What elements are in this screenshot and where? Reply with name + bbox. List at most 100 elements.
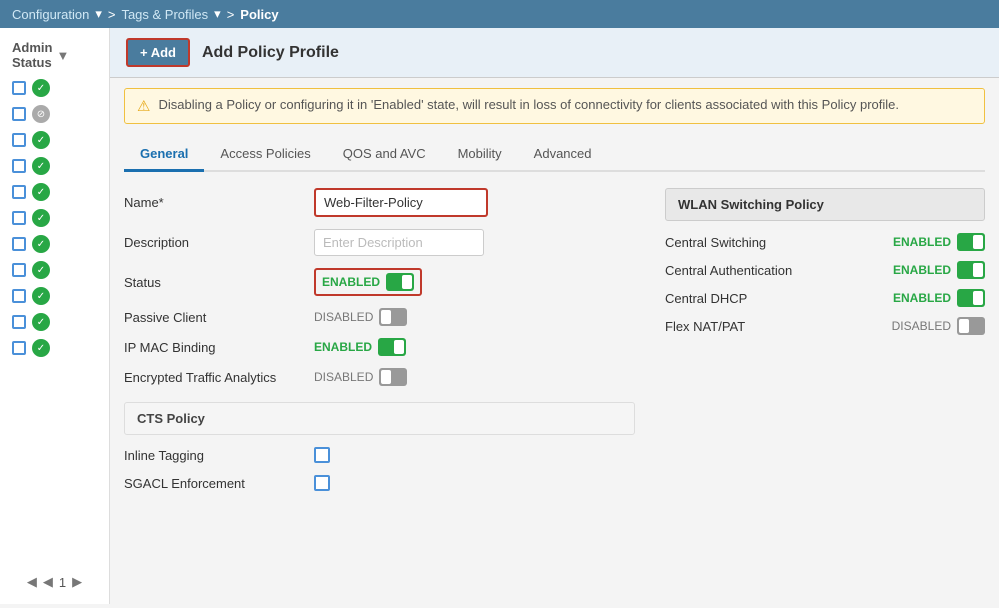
nav-sep1: >	[108, 7, 116, 22]
row-checkbox[interactable]	[12, 133, 26, 147]
status-badge: ✓	[32, 287, 50, 305]
name-input[interactable]	[316, 190, 486, 215]
tab-advanced[interactable]: Advanced	[518, 138, 608, 172]
toggle-slider	[379, 368, 407, 386]
nav-config[interactable]: Configuration	[12, 7, 89, 22]
row-checkbox[interactable]	[12, 289, 26, 303]
central-switching-toggle[interactable]: ENABLED	[893, 233, 985, 251]
toggle-slider	[957, 233, 985, 251]
toggle-knob	[402, 275, 412, 289]
toggle-slider	[386, 273, 414, 291]
sgacl-label: SGACL Enforcement	[124, 476, 304, 491]
sgacl-row: SGACL Enforcement	[124, 475, 635, 491]
name-row: Name*	[124, 188, 635, 217]
description-row: Description	[124, 229, 635, 256]
toggle-slider	[957, 261, 985, 279]
pagination: ◀ ◀ 1 ▶	[4, 568, 105, 596]
row-checkbox[interactable]	[12, 107, 26, 121]
toggle-slider	[957, 317, 985, 335]
main-panel: + Add Add Policy Profile ⚠ Disabling a P…	[110, 28, 999, 604]
flex-nat-switch[interactable]	[957, 317, 985, 335]
name-field-wrapper	[314, 188, 488, 217]
list-item: ✓	[4, 310, 105, 334]
list-item: ⊘	[4, 102, 105, 126]
status-switch[interactable]	[386, 273, 414, 291]
flex-nat-row: Flex NAT/PAT DISABLED	[665, 317, 985, 335]
cts-section: CTS Policy	[124, 402, 635, 435]
list-item: ✓	[4, 206, 105, 230]
form-right: WLAN Switching Policy Central Switching …	[665, 188, 985, 588]
row-checkbox[interactable]	[12, 341, 26, 355]
eta-label: Encrypted Traffic Analytics	[124, 370, 304, 385]
central-switching-switch[interactable]	[957, 233, 985, 251]
wlan-title: WLAN Switching Policy	[665, 188, 985, 221]
central-dhcp-toggle[interactable]: ENABLED	[893, 289, 985, 307]
passive-client-toggle[interactable]: DISABLED	[314, 308, 407, 326]
central-switching-row: Central Switching ENABLED	[665, 233, 985, 251]
status-badge: ✓	[32, 313, 50, 331]
prev-page-button[interactable]: ◀	[27, 574, 37, 590]
list-item: ✓	[4, 258, 105, 282]
status-badge: ✓	[32, 157, 50, 175]
passive-client-value: DISABLED	[314, 310, 373, 324]
passive-client-label: Passive Client	[124, 310, 304, 325]
central-switching-label: Central Switching	[665, 235, 766, 250]
tab-general[interactable]: General	[124, 138, 204, 172]
status-toggle[interactable]: ENABLED	[322, 273, 414, 291]
add-button[interactable]: + Add	[126, 38, 190, 67]
toggle-knob	[381, 310, 391, 324]
status-badge: ✓	[32, 209, 50, 227]
tab-qos-avc[interactable]: QOS and AVC	[327, 138, 442, 172]
central-auth-label: Central Authentication	[665, 263, 792, 278]
description-label: Description	[124, 235, 304, 250]
row-checkbox[interactable]	[12, 185, 26, 199]
toggle-slider	[957, 289, 985, 307]
next-page-button[interactable]: ▶	[72, 574, 82, 590]
sgacl-checkbox[interactable]	[314, 475, 330, 491]
eta-toggle[interactable]: DISABLED	[314, 368, 407, 386]
prev-page-button2[interactable]: ◀	[43, 574, 53, 590]
toggle-knob	[394, 340, 404, 354]
inline-tagging-checkbox[interactable]	[314, 447, 330, 463]
row-checkbox[interactable]	[12, 237, 26, 251]
passive-client-switch[interactable]	[379, 308, 407, 326]
flex-nat-toggle[interactable]: DISABLED	[892, 317, 985, 335]
list-item: ✓	[4, 284, 105, 308]
central-auth-toggle[interactable]: ENABLED	[893, 261, 985, 279]
nav-tags[interactable]: Tags & Profiles	[121, 7, 208, 22]
ip-mac-toggle[interactable]: ENABLED	[314, 338, 406, 356]
nav-sep2: >	[227, 7, 235, 22]
status-badge: ✓	[32, 183, 50, 201]
toggle-slider	[378, 338, 406, 356]
central-dhcp-row: Central DHCP ENABLED	[665, 289, 985, 307]
central-dhcp-switch[interactable]	[957, 289, 985, 307]
central-auth-switch[interactable]	[957, 261, 985, 279]
tab-mobility[interactable]: Mobility	[442, 138, 518, 172]
tab-access-policies[interactable]: Access Policies	[204, 138, 326, 172]
ip-mac-switch[interactable]	[378, 338, 406, 356]
status-wrapper: ENABLED	[314, 268, 422, 296]
nav-current: Policy	[240, 7, 278, 22]
row-checkbox[interactable]	[12, 263, 26, 277]
row-checkbox[interactable]	[12, 159, 26, 173]
status-badge: ✓	[32, 79, 50, 97]
filter-icon[interactable]: ▼	[56, 48, 69, 63]
toggle-knob	[973, 263, 983, 277]
sidebar-header: AdminStatus ▼	[4, 36, 105, 74]
form-body: Name* Description Status ENABLED	[110, 172, 999, 604]
status-value: ENABLED	[322, 275, 380, 289]
ip-mac-label: IP MAC Binding	[124, 340, 304, 355]
list-item: ✓	[4, 76, 105, 100]
central-dhcp-value: ENABLED	[893, 291, 951, 305]
eta-switch[interactable]	[379, 368, 407, 386]
row-checkbox[interactable]	[12, 81, 26, 95]
row-checkbox[interactable]	[12, 315, 26, 329]
inline-tagging-row: Inline Tagging	[124, 447, 635, 463]
page-number: 1	[59, 575, 66, 590]
status-row: Status ENABLED	[124, 268, 635, 296]
toggle-knob	[973, 291, 983, 305]
description-input[interactable]	[314, 229, 484, 256]
row-checkbox[interactable]	[12, 211, 26, 225]
tab-bar: General Access Policies QOS and AVC Mobi…	[124, 138, 985, 172]
list-item: ✓	[4, 336, 105, 360]
